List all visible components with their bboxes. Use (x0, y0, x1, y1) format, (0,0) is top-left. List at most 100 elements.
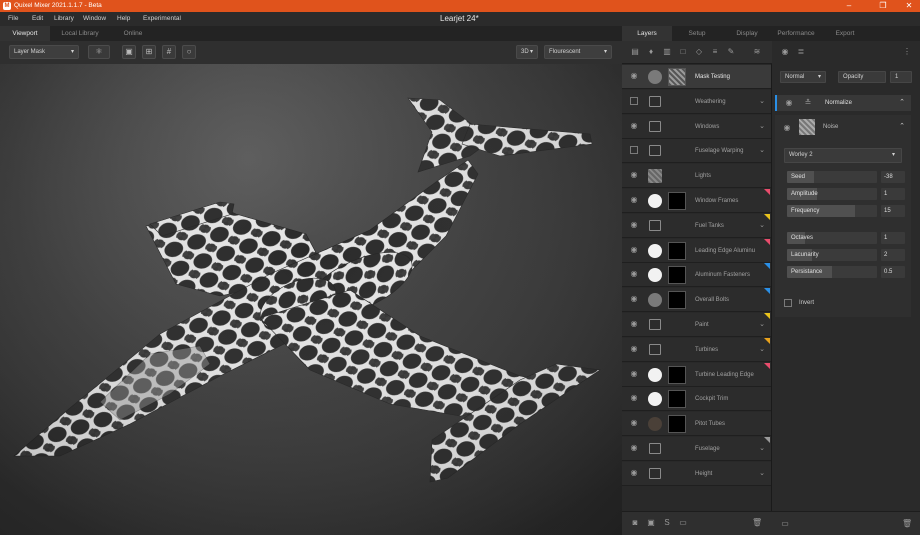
chevron-down-icon[interactable]: ⌄ (759, 139, 765, 163)
eye-icon[interactable]: ◉ (629, 121, 639, 131)
layer-row[interactable]: ◉ Height ⌄ (622, 461, 771, 486)
eye-icon[interactable]: ◉ (629, 393, 639, 403)
normalize-modifier-row[interactable]: ◉ ≛ Normalize ⌃ (775, 95, 911, 111)
eye-icon[interactable]: ◉ (629, 71, 639, 81)
layer-row[interactable]: ◉ Cockpit Trim (622, 387, 771, 412)
eye-icon[interactable]: ◉ (629, 443, 639, 453)
layer-row[interactable]: ◉ Pitot Tubes (622, 412, 771, 437)
chevron-down-icon[interactable]: ⌄ (759, 115, 765, 139)
menu-edit[interactable]: Edit (32, 12, 43, 26)
grid-toggle-button[interactable]: # (162, 45, 176, 59)
layer-row[interactable]: ◉ Mask Testing (622, 65, 771, 89)
sphere-preview-button[interactable]: ○ (182, 45, 196, 59)
add-solid-icon[interactable]: ▥ (662, 47, 672, 57)
layer-row[interactable]: Fuselage Warping ⌄ (622, 139, 771, 164)
layer-row[interactable]: ◉ Turbines ⌄ (622, 337, 771, 362)
param-value-input[interactable]: 15 (881, 205, 905, 217)
param-value-input[interactable]: -38 (881, 171, 905, 183)
visibility-checkbox[interactable] (630, 146, 638, 155)
chevron-up-icon[interactable]: ⌃ (899, 95, 905, 111)
settings-sliders-icon[interactable]: ≣ (796, 47, 806, 57)
delete-icon[interactable]: 🗑 (902, 519, 912, 529)
new-folder-icon[interactable]: ▭ (678, 518, 688, 528)
add-surface-icon[interactable]: ▤ (630, 47, 640, 57)
minimize-icon[interactable]: – (838, 0, 860, 12)
new-smart-icon[interactable]: S (662, 518, 672, 528)
layer-row[interactable]: Weathering ⌄ (622, 89, 771, 114)
add-paint-icon[interactable]: ♦ (646, 47, 656, 57)
more-options-icon[interactable]: ⋮ (902, 47, 912, 57)
add-fill-icon[interactable]: ◇ (694, 47, 704, 57)
eye-icon[interactable]: ◉ (629, 418, 639, 428)
image-view-button[interactable]: ▣ (122, 45, 136, 59)
param-value-input[interactable]: 1 (881, 232, 905, 244)
tab-performance[interactable]: Performance (772, 26, 820, 41)
param-value-input[interactable]: 1 (881, 188, 905, 200)
menu-file[interactable]: File (8, 12, 18, 26)
tab-local-library[interactable]: Local Library (52, 26, 108, 41)
param-slider[interactable]: Seed (787, 171, 877, 183)
tab-layers[interactable]: Layers (622, 26, 672, 41)
layer-row[interactable]: ◉ Turbine Leading Edge (622, 362, 771, 387)
tab-online[interactable]: Online (110, 26, 156, 41)
eye-icon[interactable]: ◉ (629, 294, 639, 304)
symmetry-tool-button[interactable]: ⚛ (88, 45, 110, 59)
menu-window[interactable]: Window (83, 12, 106, 26)
layer-row[interactable]: ◉ Aluminum Fasteners (622, 263, 771, 288)
blend-mode-dropdown[interactable]: Normal ▾ (780, 71, 826, 83)
menu-experimental[interactable]: Experimental (143, 12, 181, 26)
new-mask-icon[interactable]: ▣ (646, 518, 656, 528)
param-slider[interactable]: Amplitude (787, 188, 877, 200)
layer-row[interactable]: ◉ Windows ⌄ (622, 114, 771, 139)
eye-icon[interactable]: ◉ (629, 220, 639, 230)
eye-icon[interactable]: ◉ (629, 269, 639, 279)
invert-checkbox[interactable] (784, 299, 792, 307)
opacity-input[interactable]: 1 (890, 71, 912, 83)
view-mode-dropdown[interactable]: 3D ▾ (516, 45, 538, 59)
layers-stack-icon[interactable]: ≋ (752, 47, 762, 57)
eye-icon[interactable]: ◉ (629, 170, 639, 180)
layer-row[interactable]: ◉ Fuel Tanks ⌄ (622, 213, 771, 238)
layer-row[interactable]: ◉ Leading Edge Aluminu (622, 238, 771, 263)
add-mask-icon[interactable]: □ (678, 47, 688, 57)
folder-icon[interactable]: ▭ (780, 519, 790, 529)
param-value-input[interactable]: 2 (881, 249, 905, 261)
eye-icon[interactable]: ◉ (782, 123, 792, 133)
3d-viewport[interactable] (0, 64, 622, 535)
param-slider[interactable]: Frequency (787, 205, 877, 217)
properties-icon[interactable]: ◉ (780, 47, 790, 57)
layer-row[interactable]: ◉ Overall Bolts (622, 288, 771, 313)
split-view-button[interactable]: ⊞ (142, 45, 156, 59)
menu-help[interactable]: Help (117, 12, 130, 26)
eye-icon[interactable]: ◉ (629, 369, 639, 379)
add-adjust-icon[interactable]: ≡ (710, 47, 720, 57)
layer-mode-dropdown[interactable]: Layer Mask ▾ (9, 45, 79, 59)
chevron-up-icon[interactable]: ⌃ (899, 115, 905, 139)
param-slider[interactable]: Octaves (787, 232, 877, 244)
lighting-dropdown[interactable]: Flourescent ▾ (544, 45, 612, 59)
maximize-icon[interactable]: ❐ (872, 0, 894, 12)
layer-row[interactable]: ◉ Paint ⌄ (622, 313, 771, 337)
visibility-checkbox[interactable] (630, 96, 638, 105)
eye-icon[interactable]: ◉ (629, 245, 639, 255)
tab-export[interactable]: Export (820, 26, 870, 41)
add-brush-icon[interactable]: ✎ (726, 47, 736, 57)
tab-display[interactable]: Display (722, 26, 772, 41)
eye-icon[interactable]: ◉ (629, 195, 639, 205)
eye-icon[interactable]: ◉ (784, 98, 794, 108)
eye-icon[interactable]: ◉ (629, 344, 639, 354)
layer-row[interactable]: ◉ Window Frames (622, 189, 771, 213)
close-icon[interactable]: ✕ (898, 0, 920, 12)
layer-row[interactable]: ◉ Fuselage ⌄ (622, 437, 771, 461)
eye-icon[interactable]: ◉ (629, 319, 639, 329)
noise-type-dropdown[interactable]: Worley 2 ▾ (784, 148, 902, 163)
param-slider[interactable]: Lacunarity (787, 249, 877, 261)
chevron-down-icon[interactable]: ⌄ (759, 90, 765, 114)
chevron-down-icon[interactable]: ⌄ (759, 462, 765, 486)
new-layer-icon[interactable]: ◙ (630, 518, 640, 528)
menu-library[interactable]: Library (54, 12, 74, 26)
param-value-input[interactable]: 0.5 (881, 266, 905, 278)
layer-row[interactable]: ◉ Lights (622, 164, 771, 189)
param-slider[interactable]: Persistance (787, 266, 877, 278)
tab-setup[interactable]: Setup (672, 26, 722, 41)
